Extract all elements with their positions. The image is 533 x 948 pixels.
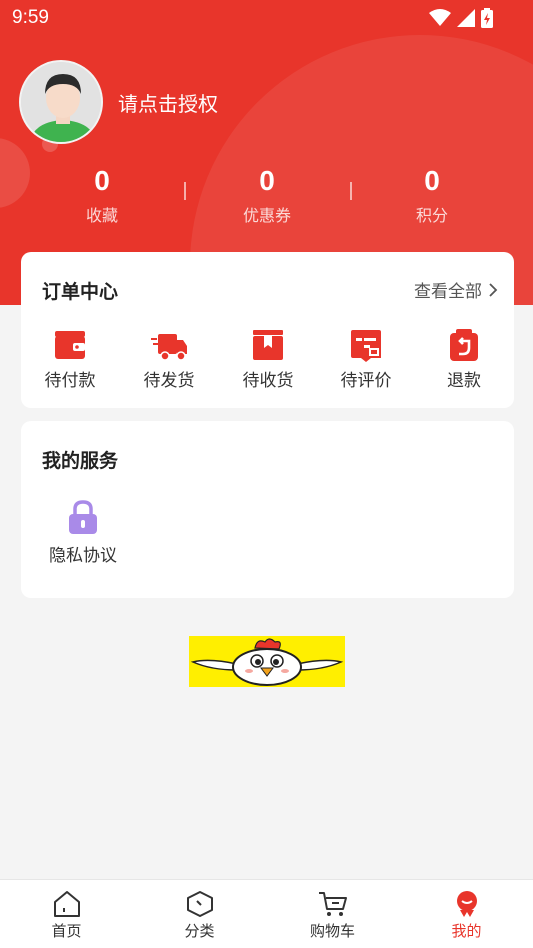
stat-coupons[interactable]: 0 优惠券 [197,164,337,226]
tab-cart[interactable]: 购物车 [266,890,399,941]
tab-label: 购物车 [309,922,355,940]
stat-points[interactable]: 0 积分 [362,164,502,226]
tab-category[interactable]: 分类 [133,890,266,941]
lock-icon [69,500,97,534]
order-pending-payment[interactable]: 待付款 [21,328,119,391]
avatar[interactable] [19,60,103,144]
stat-value: 0 [424,165,440,196]
order-refund[interactable]: 退款 [415,328,513,391]
cart-icon [318,892,347,916]
order-status-row: 待付款 待发货 待收货 待评价 退款 [21,328,514,398]
order-label: 待收货 [242,371,294,391]
order-pending-review[interactable]: 待评价 [317,328,415,391]
tab-label: 分类 [184,922,215,940]
bottom-tab-bar: 首页 分类 购物车 我的 [0,879,533,948]
stat-value: 0 [259,165,275,196]
order-center-card: 订单中心 查看全部 待付款 待发货 待收货 待评价 退款 [21,252,514,408]
order-label: 退款 [447,371,481,391]
stat-label: 收藏 [85,206,118,225]
stat-favorites[interactable]: 0 收藏 [32,164,172,226]
category-icon [186,891,213,917]
service-label: 隐私协议 [49,546,117,566]
status-time: 9:59 [12,7,49,28]
profile-icon [456,891,477,917]
chevron-right-icon [489,282,498,297]
comment-icon [351,330,381,362]
order-label: 待评价 [340,371,392,391]
service-privacy-policy[interactable]: 隐私协议 [45,499,121,566]
tab-label: 我的 [451,922,482,940]
battery-icon [481,8,493,28]
order-center-title: 订单中心 [42,281,119,303]
chicken-mascot-image [189,636,345,687]
package-icon [253,330,283,360]
truck-icon [151,334,187,361]
username[interactable]: 请点击授权 [118,88,218,117]
home-icon [53,891,80,917]
tab-mine[interactable]: 我的 [400,890,533,941]
view-all-label: 查看全部 [414,282,482,302]
tab-label: 首页 [51,922,82,940]
stat-label: 优惠券 [242,206,291,225]
view-all-orders-link[interactable]: 查看全部 [414,277,498,302]
mascot-banner [189,636,345,687]
order-label: 待付款 [44,371,96,391]
stat-divider [350,182,352,200]
avatar-image [21,62,101,142]
refund-icon [450,329,478,361]
stat-divider [184,182,186,200]
status-bar: 9:59 [0,0,533,36]
signal-icon [457,9,475,27]
order-pending-receipt[interactable]: 待收货 [219,328,317,391]
stats-row: 0 收藏 0 优惠券 0 积分 [0,164,533,228]
wifi-icon [429,9,451,26]
my-services-title: 我的服务 [42,450,119,472]
order-label: 待发货 [143,371,195,391]
stat-value: 0 [94,165,110,196]
stat-label: 积分 [415,206,448,225]
tab-home[interactable]: 首页 [0,890,133,941]
wallet-icon [55,331,85,359]
my-services-card: 我的服务 隐私协议 [21,421,514,598]
order-pending-shipment[interactable]: 待发货 [120,328,218,391]
